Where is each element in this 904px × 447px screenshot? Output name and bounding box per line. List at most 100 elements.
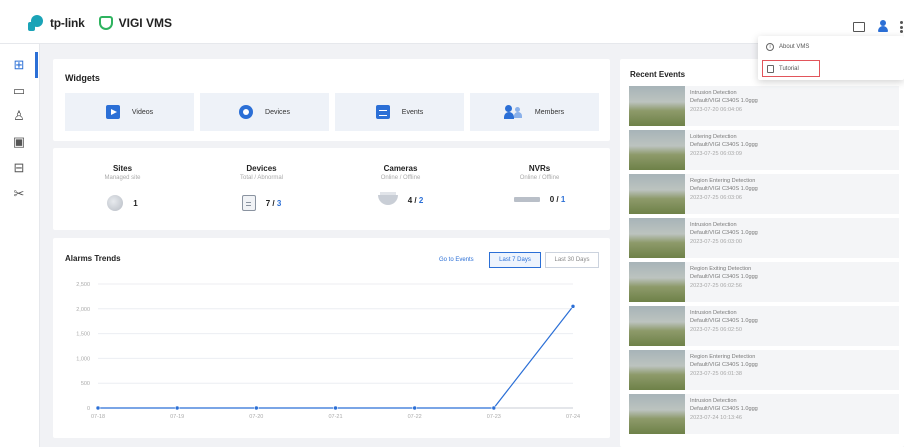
event-type: Region Entering Detection [690, 178, 756, 184]
stat-nvrs[interactable]: NVRs Online / Offline 0 / 1 [470, 164, 609, 204]
data-point[interactable] [570, 304, 576, 309]
event-time: 2023-07-24 10:13:46 [690, 414, 742, 421]
event-thumbnail[interactable] [629, 394, 685, 434]
menu-label: About VMS [779, 44, 810, 50]
brand-name: tp-link [50, 16, 85, 30]
event-time: 2023-07-25 06:03:06 [690, 194, 742, 201]
active-indicator [35, 52, 38, 78]
event-time: 2023-07-25 06:02:56 [690, 282, 742, 289]
event-list-item[interactable]: Intrusion Detection Default/VIGI C340S 1.… [629, 306, 899, 346]
menu-label: Tutorial [779, 65, 799, 72]
monitor-icon[interactable] [853, 22, 865, 32]
data-point[interactable] [412, 405, 417, 411]
brand-logo[interactable]: tp-link VIGI VMS [28, 15, 172, 31]
stat-value: 1 [133, 198, 138, 208]
event-thumbnail[interactable] [629, 306, 685, 346]
event-time: 2023-07-25 06:03:09 [690, 150, 742, 157]
event-source: Default/VIGI C340S 1.0ggg [690, 406, 758, 413]
event-time: 2023-07-20 06:04:06 [690, 106, 742, 113]
y-tick-label: 0 [87, 406, 90, 412]
event-thumbnail[interactable] [629, 262, 685, 302]
last-7-days-button[interactable]: Last 7 Days [489, 252, 541, 268]
event-type: Intrusion Detection [690, 222, 737, 228]
stat-name: NVRs [528, 164, 551, 173]
device-icon[interactable]: ▣ [8, 131, 30, 153]
event-list-item[interactable]: Intrusion Detection Default/VIGI C340S 1.… [629, 394, 899, 434]
event-time: 2023-07-25 06:01:38 [690, 370, 742, 377]
alarms-trends-title: Alarms Trends [65, 254, 121, 263]
video-icon[interactable]: ▭ [8, 80, 30, 102]
event-list-item[interactable]: Region Exiting Detection Default/VIGI C34… [629, 262, 899, 302]
members-icon [503, 105, 523, 119]
x-tick-label: 07-23 [487, 414, 501, 420]
event-list-item[interactable]: Loitering Detection Default/VIGI C340S 1.… [629, 130, 899, 170]
stat-name: Cameras [383, 164, 418, 173]
x-tick-label: 07-19 [170, 414, 184, 420]
stat-subtitle: Online / Offline [380, 175, 421, 181]
about-vms-menu-item[interactable]: i About VMS [766, 43, 809, 51]
data-point[interactable] [254, 405, 259, 411]
stat-subtitle: Total / Abnormal [239, 175, 284, 181]
data-point[interactable] [491, 405, 497, 411]
stat-value: 7 [265, 198, 271, 208]
stat-name: Sites [112, 164, 133, 173]
nvr-icon [513, 197, 540, 202]
vigi-shield-icon [98, 16, 113, 30]
more-icon[interactable] [900, 21, 903, 33]
stat-cameras[interactable]: Cameras Online / Offline 4 / 2 [331, 164, 470, 205]
stat-sites[interactable]: Sites Managed site 1 [53, 164, 192, 211]
tutorial-menu-item[interactable]: Tutorial [762, 60, 820, 77]
go-to-events-link[interactable]: Go to Events [439, 257, 474, 263]
x-tick-label: 07-21 [328, 414, 342, 420]
event-list-item[interactable]: Intrusion Detection Default/VIGI C340S 1.… [629, 218, 899, 258]
event-list-item[interactable]: Region Entering Detection Default/VIGI C3… [629, 174, 899, 214]
event-thumbnail[interactable] [629, 174, 685, 214]
event-list-item[interactable]: Region Entering Detection Default/VIGI C3… [629, 350, 899, 390]
event-thumbnail[interactable] [629, 350, 685, 390]
widgets-card: Widgets Videos Devices Events Members [53, 59, 610, 141]
x-tick-label: 07-20 [249, 414, 263, 420]
widget-label: Members [534, 108, 565, 116]
tools-icon[interactable]: ✂ [8, 183, 30, 205]
event-thumbnail[interactable] [629, 86, 685, 126]
recent-events-title: Recent Events [630, 70, 686, 79]
product-name: VIGI VMS [118, 16, 172, 30]
data-point[interactable] [174, 405, 180, 411]
y-tick-label: 1,500 [76, 332, 90, 338]
widgets-title: Widgets [65, 73, 100, 83]
event-list-item[interactable]: Intrusion Detection Default/VIGI C340S 1.… [629, 86, 899, 126]
event-time: 2023-07-25 06:03:00 [690, 238, 742, 245]
camera-icon [377, 192, 398, 205]
event-source: Default/VIGI C340S 1.0ggg [690, 318, 758, 325]
devices-widget-button[interactable]: Devices [200, 93, 329, 131]
user-icon[interactable] [878, 20, 888, 32]
event-type: Intrusion Detection [690, 398, 737, 404]
stat-secondary: 1 [560, 195, 566, 204]
event-type: Intrusion Detection [690, 90, 737, 96]
event-thumbnail[interactable] [629, 130, 685, 170]
sidebar: ⊞ ▭ ♙ ▣ ⊟ ✂ [0, 44, 40, 447]
alarm-icon[interactable]: ♙ [8, 105, 30, 127]
data-point[interactable] [95, 405, 101, 411]
x-tick-label: 07-22 [408, 414, 422, 420]
events-widget-button[interactable]: Events [335, 93, 464, 131]
event-source: Default/VIGI C340S 1.0ggg [690, 142, 758, 149]
event-type: Loitering Detection [690, 134, 737, 140]
event-thumbnail[interactable] [629, 218, 685, 258]
stat-secondary: 3 [276, 198, 282, 208]
last-30-days-button[interactable]: Last 30 Days [545, 252, 599, 268]
stat-subtitle: Online / Offline [519, 175, 560, 181]
members-widget-button[interactable]: Members [470, 93, 599, 131]
stat-value: 4 [407, 195, 413, 205]
videos-widget-button[interactable]: Videos [65, 93, 194, 131]
event-source: Default/VIGI C340S 1.0ggg [690, 274, 758, 281]
tp-link-logo-icon [28, 15, 44, 31]
map-icon[interactable]: ⊟ [8, 157, 30, 179]
play-icon [105, 105, 120, 119]
event-time: 2023-07-25 06:02:50 [690, 326, 742, 333]
dashboard-icon[interactable]: ⊞ [8, 54, 30, 76]
stat-devices[interactable]: Devices Total / Abnormal 7 / 3 [192, 164, 331, 211]
event-source: Default/VIGI C340S 1.0ggg [690, 186, 758, 193]
info-icon: i [766, 43, 774, 51]
data-point[interactable] [333, 405, 338, 411]
